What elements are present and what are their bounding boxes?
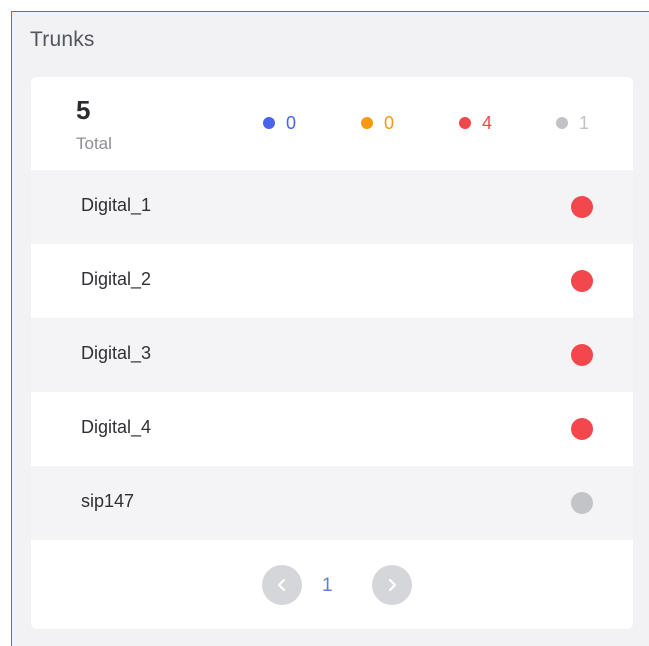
trunk-row[interactable]: Digital_4 <box>31 392 633 466</box>
total-count: 5 <box>76 95 91 125</box>
status-dot-icon <box>571 418 593 440</box>
gray-status-dot-icon <box>556 117 568 129</box>
trunk-name: Digital_3 <box>81 343 152 363</box>
trunks-panel: Trunks 5 Total 0 0 4 1 Digital_1 Digital… <box>11 11 649 646</box>
current-page-number[interactable]: 1 <box>322 575 333 597</box>
stat-blue: 0 <box>263 113 296 133</box>
chevron-left-icon <box>277 578 286 592</box>
chevron-right-icon <box>388 578 397 592</box>
next-page-button[interactable] <box>372 565 412 605</box>
stat-red-value: 4 <box>482 112 493 133</box>
stat-gray: 1 <box>556 113 589 133</box>
trunk-name: Digital_1 <box>81 195 152 215</box>
prev-page-button[interactable] <box>262 565 302 605</box>
trunk-row[interactable]: Digital_2 <box>31 244 633 318</box>
status-dot-icon <box>571 196 593 218</box>
status-dot-icon <box>571 344 593 366</box>
stat-gray-value: 1 <box>579 112 590 133</box>
stat-orange-value: 0 <box>384 112 395 133</box>
total-label: Total <box>76 134 112 153</box>
trunk-row[interactable]: sip147 <box>31 466 633 540</box>
trunk-name: Digital_2 <box>81 269 152 289</box>
orange-status-dot-icon <box>361 117 373 129</box>
pagination: 1 <box>31 544 633 629</box>
trunk-name: sip147 <box>81 491 135 511</box>
status-dot-icon <box>571 270 593 292</box>
stat-blue-value: 0 <box>286 112 297 133</box>
trunks-card: 5 Total 0 0 4 1 Digital_1 Digital_2 Digi… <box>31 77 633 629</box>
red-status-dot-icon <box>459 117 471 129</box>
trunks-summary: 5 Total 0 0 4 1 <box>31 77 633 170</box>
stat-red: 4 <box>459 113 492 133</box>
blue-status-dot-icon <box>263 117 275 129</box>
trunk-row[interactable]: Digital_3 <box>31 318 633 392</box>
stat-orange: 0 <box>361 113 394 133</box>
status-dot-icon <box>571 492 593 514</box>
trunk-name: Digital_4 <box>81 417 152 437</box>
panel-title: Trunks <box>30 28 95 51</box>
trunk-row[interactable]: Digital_1 <box>31 170 633 244</box>
